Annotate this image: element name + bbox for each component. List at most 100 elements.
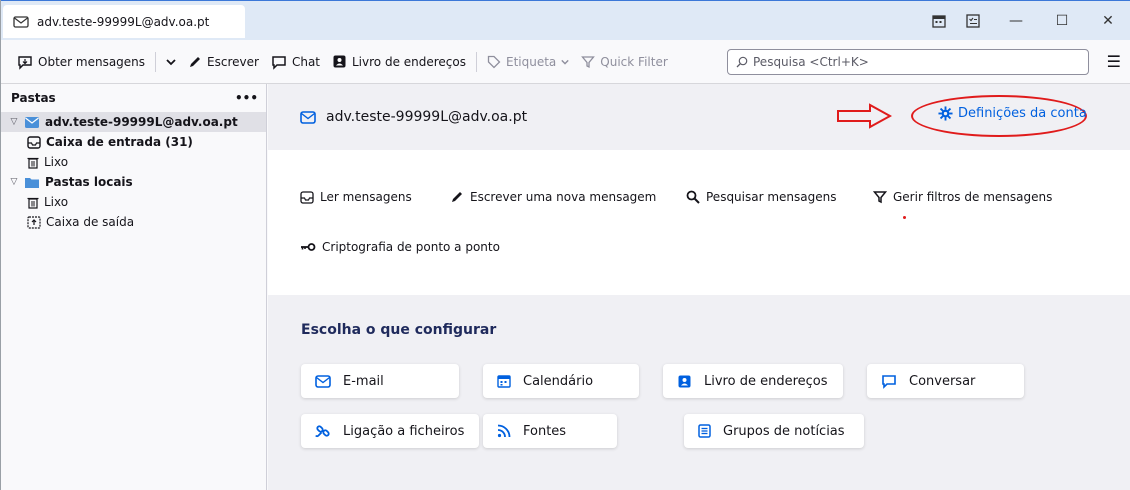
chevron-down-icon	[561, 58, 570, 66]
account-settings-link[interactable]: Definições da conta	[938, 106, 1087, 121]
chat-icon	[881, 373, 897, 389]
outbox-label: Caixa de saída	[46, 215, 135, 229]
key-icon	[300, 242, 316, 252]
setup-newsgroups-button[interactable]: Grupos de notícias	[684, 414, 864, 448]
trash-icon	[27, 196, 39, 209]
folder-pane-header: Pastas •••	[1, 84, 266, 112]
pen-icon	[188, 55, 202, 69]
read-messages-label: Ler mensagens	[320, 190, 412, 204]
folder-item-local-folders[interactable]: ▽ Pastas locais	[1, 172, 266, 192]
folder-item-account[interactable]: ▽ adv.teste-99999L@adv.oa.pt	[1, 112, 266, 132]
tag-button[interactable]: Etiqueta	[481, 48, 575, 76]
folder-icon	[24, 176, 40, 189]
folder-item-local-trash[interactable]: Lixo	[1, 192, 266, 212]
get-messages-dropdown[interactable]	[160, 48, 182, 76]
folder-item-trash[interactable]: Lixo	[1, 152, 266, 172]
address-book-label: Livro de endereços	[352, 54, 466, 69]
setup-filelink-label: Ligação a ficheiros	[343, 423, 465, 439]
inbox-icon	[27, 135, 41, 149]
close-button[interactable]: ✕	[1085, 9, 1130, 33]
actions-panel: Ler mensagens Escrever uma nova mensagem…	[268, 150, 1130, 295]
calendar-icon	[497, 374, 511, 388]
folder-pane-title: Pastas	[11, 91, 56, 105]
setup-address-book-button[interactable]: Livro de endereços	[663, 364, 843, 398]
setup-email-button[interactable]: E-mail	[301, 364, 459, 398]
folder-pane-more-button[interactable]: •••	[235, 91, 258, 105]
thunderbird-window: adv.teste-99999L@adv.oa.pt — ☐ ✕ Obter m…	[0, 0, 1130, 490]
account-central: adv.teste-99999L@adv.oa.pt Definições da…	[268, 84, 1130, 490]
search-icon	[736, 56, 748, 68]
newsgroups-icon	[698, 424, 711, 438]
chat-icon	[271, 54, 287, 70]
get-messages-label: Obter mensagens	[38, 54, 146, 69]
quick-filter-button[interactable]: Quick Filter	[575, 48, 673, 76]
toolbar-separator	[476, 51, 477, 72]
tag-label: Etiqueta	[506, 54, 557, 69]
search-messages-link[interactable]: Pesquisar mensagens	[686, 190, 837, 204]
mail-account-icon	[24, 116, 40, 129]
calendar-tab-icon[interactable]	[925, 9, 953, 33]
get-messages-icon	[17, 54, 33, 70]
write-label: Escrever	[207, 54, 259, 69]
setup-feeds-button[interactable]: Fontes	[483, 414, 617, 448]
chevron-down-icon: ▽	[10, 177, 18, 187]
inbox-label: Caixa de entrada (31)	[46, 135, 193, 149]
maximize-button[interactable]: ☐	[1039, 9, 1085, 33]
chat-label: Chat	[291, 54, 320, 69]
message-filters-label: Gerir filtros de mensagens	[893, 190, 1053, 204]
account-name: adv.teste-99999L@adv.oa.pt	[45, 115, 238, 129]
trash-icon	[27, 156, 39, 169]
e2e-encryption-link[interactable]: Criptografia de ponto a ponto	[300, 240, 500, 254]
chat-button[interactable]: Chat	[265, 48, 326, 76]
window-controls: — ☐ ✕	[925, 9, 1130, 33]
filter-icon	[873, 190, 887, 204]
setup-filelink-button[interactable]: Ligação a ficheiros	[301, 414, 479, 448]
setup-calendar-label: Calendário	[523, 373, 594, 389]
filter-icon	[581, 55, 596, 69]
minimize-button[interactable]: —	[993, 9, 1039, 33]
address-book-button[interactable]: Livro de endereços	[326, 48, 472, 76]
folder-pane: Pastas ••• ▽ adv.teste-99999L@adv.oa.pt …	[1, 84, 267, 490]
tab-title: adv.teste-99999L@adv.oa.pt	[37, 14, 210, 29]
setup-chat-button[interactable]: Conversar	[867, 364, 1024, 398]
local-folders-label: Pastas locais	[45, 175, 133, 189]
red-dot-annotation	[903, 216, 906, 219]
trash-label: Lixo	[44, 155, 69, 169]
address-book-icon	[677, 374, 692, 389]
account-settings-label: Definições da conta	[958, 106, 1087, 121]
setup-newsgroups-label: Grupos de notícias	[723, 423, 845, 439]
pen-icon	[450, 190, 464, 204]
quick-filter-label: Quick Filter	[600, 54, 668, 69]
e2e-encryption-label: Criptografia de ponto a ponto	[322, 240, 500, 254]
chevron-down-icon	[166, 57, 176, 67]
search-icon	[686, 190, 700, 204]
setup-calendar-button[interactable]: Calendário	[483, 364, 639, 398]
local-trash-label: Lixo	[44, 195, 69, 209]
inbox-icon	[300, 190, 314, 204]
account-tab[interactable]: adv.teste-99999L@adv.oa.pt	[3, 5, 245, 38]
gear-icon	[938, 106, 953, 121]
compose-message-link[interactable]: Escrever uma nova mensagem	[450, 190, 656, 204]
main-toolbar: Obter mensagens Escrever Chat Livro de e…	[1, 40, 1130, 84]
folder-item-inbox[interactable]: Caixa de entrada (31)	[1, 132, 266, 152]
setup-section-title: Escolha o que configurar	[301, 322, 497, 338]
link-icon	[315, 423, 331, 439]
tasks-tab-icon[interactable]	[959, 9, 987, 33]
get-messages-button[interactable]: Obter mensagens	[11, 48, 151, 76]
setup-address-book-label: Livro de endereços	[704, 373, 828, 389]
search-input[interactable]: Pesquisa <Ctrl+K>	[727, 49, 1089, 75]
mail-icon	[300, 110, 316, 124]
mail-account-icon	[13, 15, 29, 29]
message-filters-link[interactable]: Gerir filtros de mensagens	[873, 190, 1052, 204]
mail-icon	[315, 374, 331, 388]
setup-feeds-label: Fontes	[523, 423, 567, 439]
setup-chat-label: Conversar	[909, 373, 976, 389]
chevron-down-icon: ▽	[10, 117, 18, 127]
app-menu-button[interactable]: ☰	[1107, 52, 1121, 71]
write-button[interactable]: Escrever	[182, 48, 265, 76]
rss-icon	[497, 424, 511, 438]
folder-item-outbox[interactable]: Caixa de saída	[1, 212, 266, 232]
search-messages-label: Pesquisar mensagens	[706, 190, 837, 204]
outbox-icon	[27, 215, 41, 229]
read-messages-link[interactable]: Ler mensagens	[300, 190, 412, 204]
